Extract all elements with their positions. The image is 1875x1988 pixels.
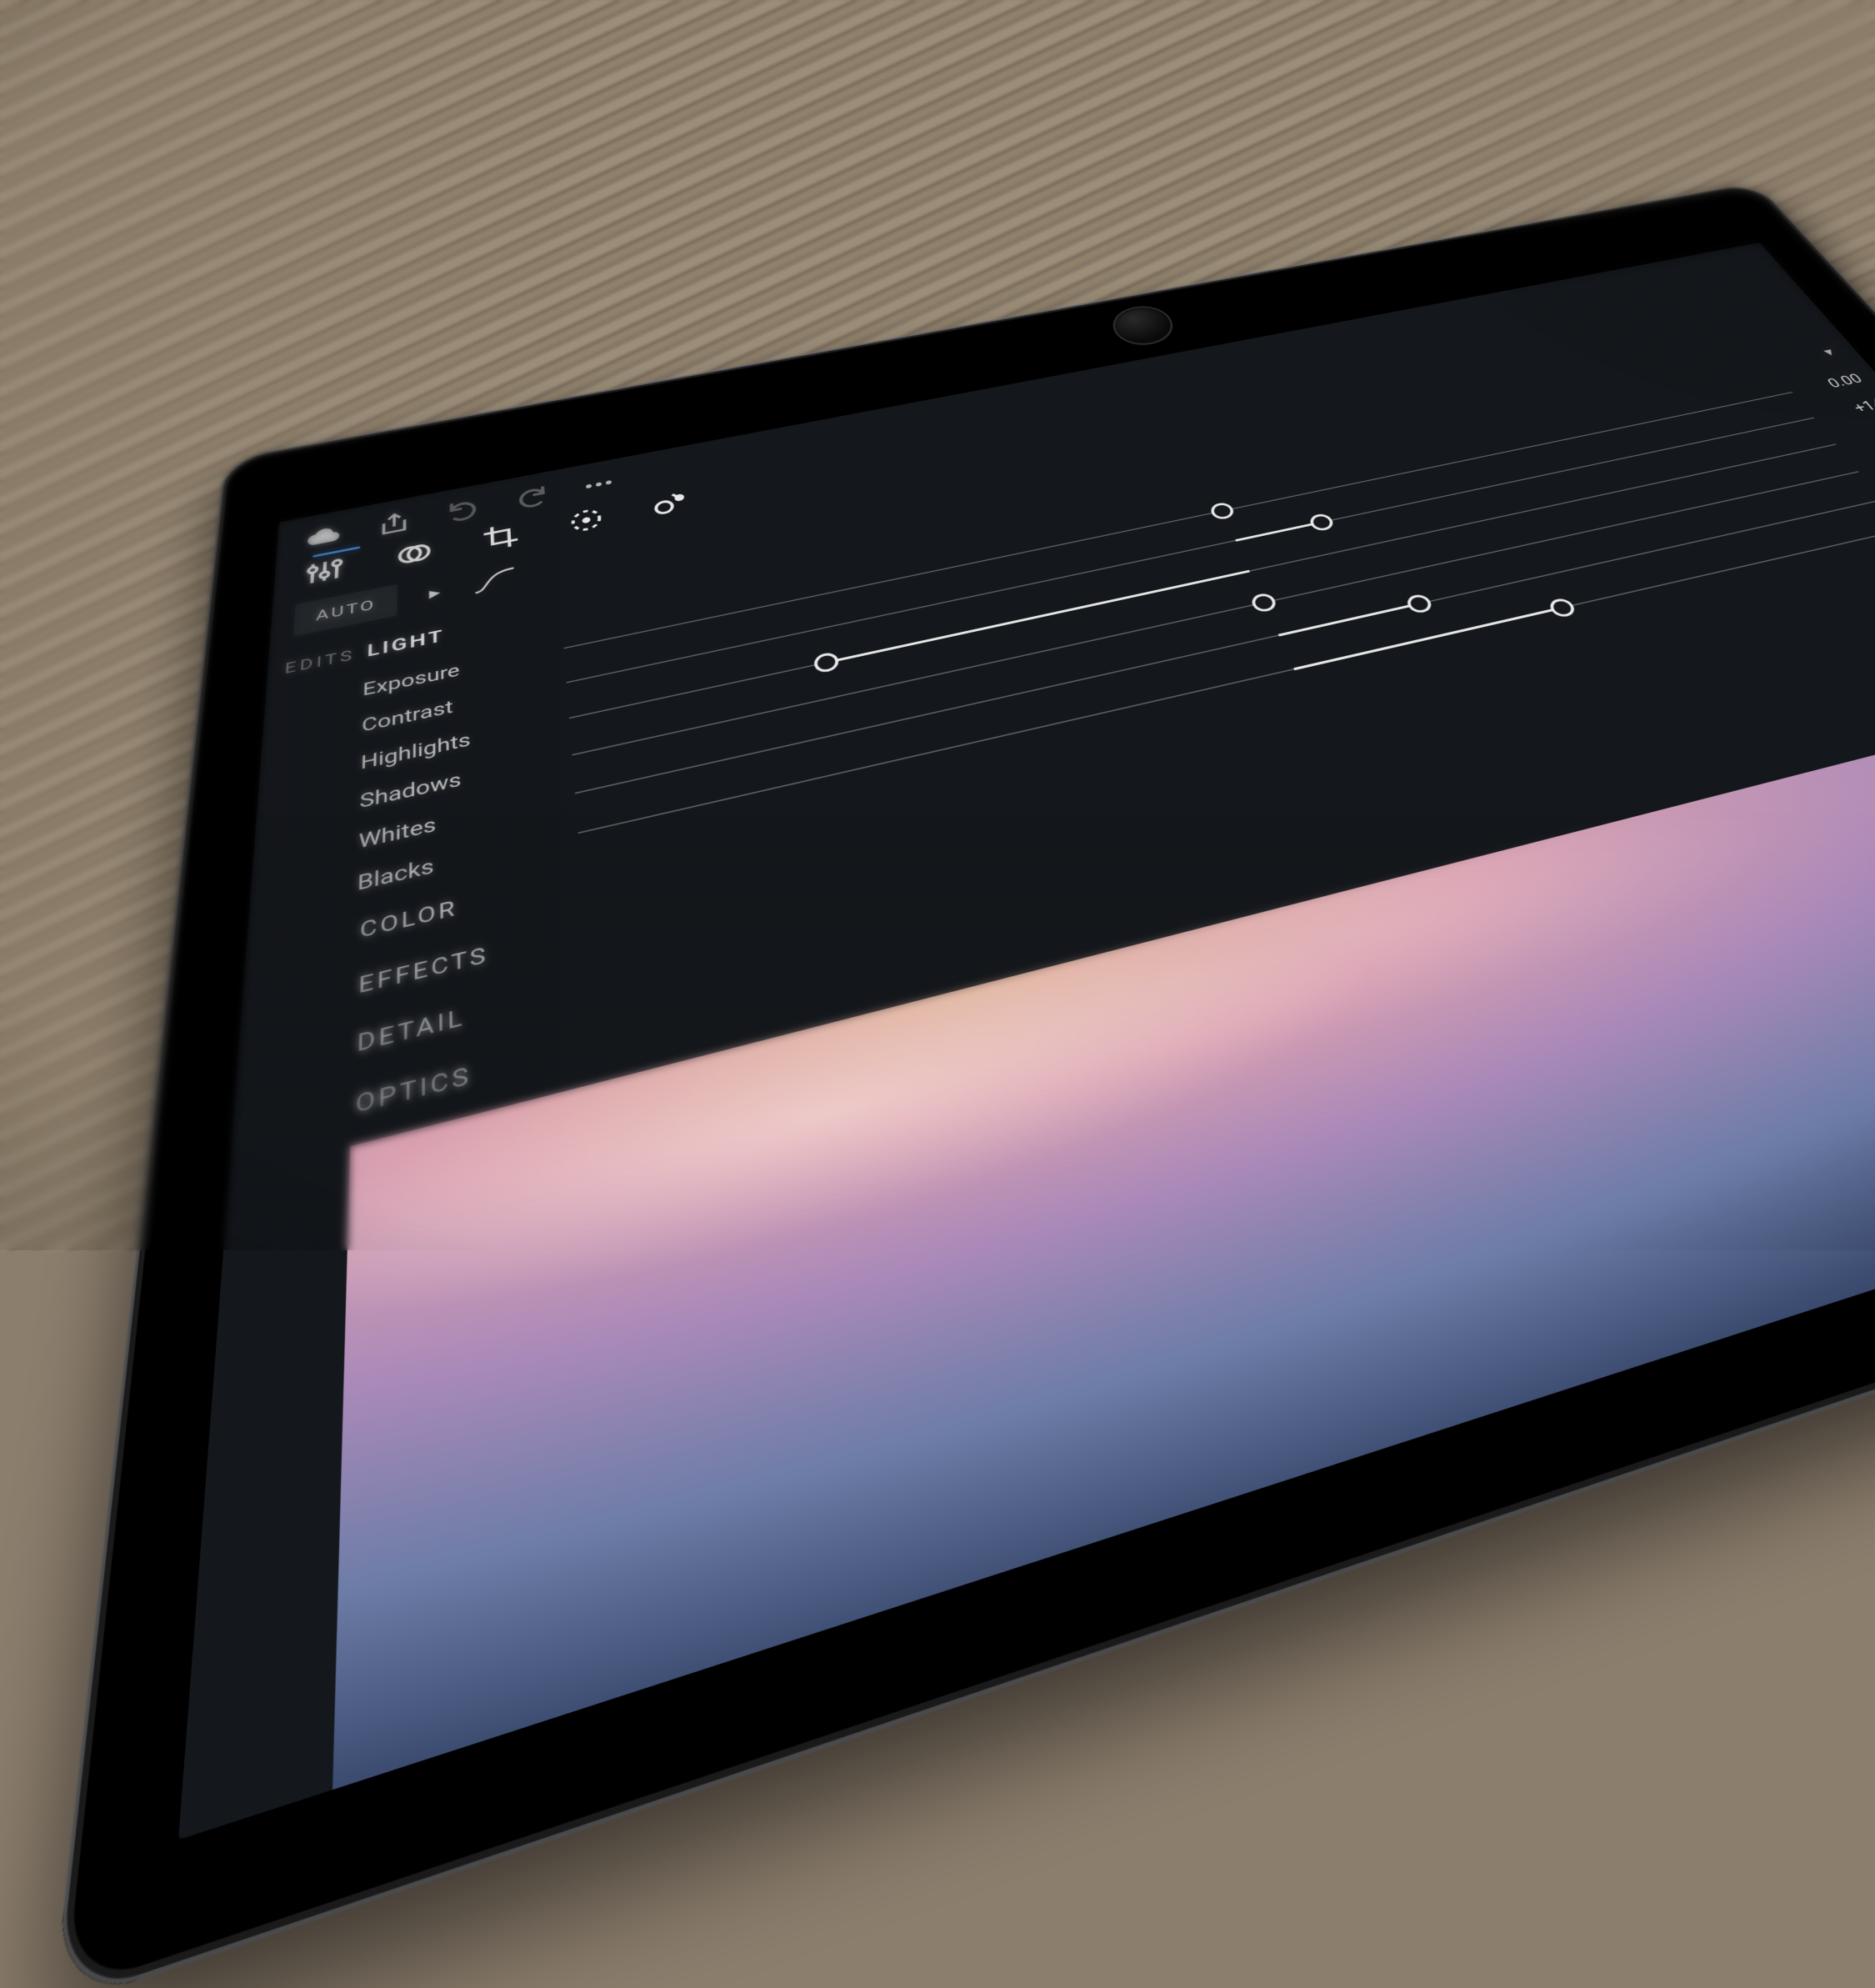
chevron-down-icon: ▾: [1821, 346, 1838, 358]
edits-label: EDITS: [284, 645, 361, 678]
adjust-sliders-icon[interactable]: [302, 553, 346, 590]
cloud-icon[interactable]: [305, 522, 342, 553]
slider-label: Shadows: [359, 748, 553, 813]
scene: AUTO ▸ EDITS LIGHT ▾: [0, 0, 1875, 1250]
slider-knob[interactable]: [812, 651, 840, 674]
section-optics-label: OPTICS: [355, 1060, 472, 1119]
slider-label: Blacks: [357, 825, 559, 895]
photo-preview[interactable]: [332, 689, 1875, 1790]
photo-editor: AUTO ▸ EDITS LIGHT ▾: [178, 243, 1875, 1840]
section-light-label: LIGHT: [367, 626, 444, 661]
selective-icon[interactable]: [566, 503, 608, 538]
slider-value: -63: [1843, 422, 1875, 448]
tablet-device: AUTO ▸ EDITS LIGHT ▾: [52, 182, 1875, 1988]
section-effects-label: EFFECTS: [358, 941, 489, 999]
healing-icon[interactable]: [649, 487, 692, 521]
section-color-label: COLOR: [359, 895, 458, 944]
slider-knob[interactable]: [1547, 597, 1578, 618]
slider-value: +14: [1822, 396, 1875, 421]
app-screen: AUTO ▸ EDITS LIGHT ▾: [178, 243, 1875, 1840]
slider-knob[interactable]: [1208, 501, 1237, 521]
home-button[interactable]: [1106, 302, 1180, 349]
slider-knob[interactable]: [1403, 593, 1434, 614]
slider-value: 0.00: [1800, 371, 1866, 395]
slider-knob[interactable]: [1249, 592, 1279, 613]
section-detail-label: DETAIL: [357, 1003, 466, 1058]
undo-icon[interactable]: [446, 495, 482, 525]
presets-icon[interactable]: [392, 536, 433, 572]
tone-curve-icon[interactable]: [473, 565, 515, 595]
slider-value: 0: [1866, 448, 1875, 475]
redo-icon[interactable]: [513, 483, 549, 513]
more-icon[interactable]: [581, 470, 618, 499]
slider-knob[interactable]: [1308, 512, 1336, 532]
slider-label: Whites: [358, 786, 557, 854]
crop-icon[interactable]: [480, 519, 522, 554]
share-icon[interactable]: [376, 508, 412, 539]
chevron-right-icon[interactable]: ▸: [429, 582, 442, 603]
